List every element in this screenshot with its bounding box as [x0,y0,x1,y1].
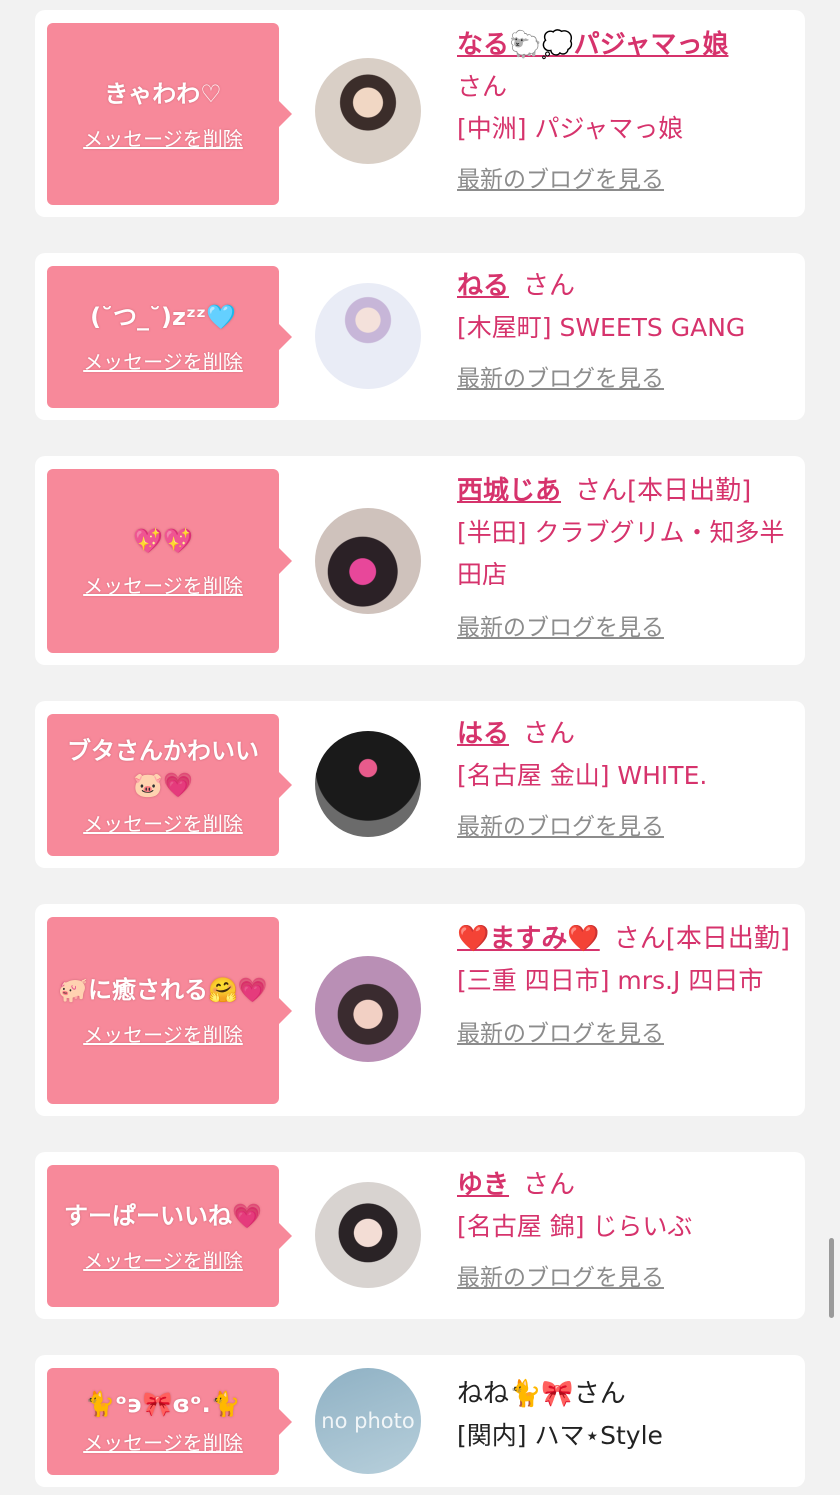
cast-name: ねね🐈🎀 [457,1379,574,1409]
san-label: さん [523,271,576,301]
avatar[interactable] [315,58,421,164]
avatar[interactable] [315,508,421,614]
san-label: さん[本日出勤] [613,924,791,954]
delete-message-link[interactable]: メッセージを削除 [83,1019,243,1048]
shop-label: [関内] ハマ⋆Style [457,1421,663,1450]
cast-name-link[interactable]: ねる [457,271,509,301]
shop-label: [名古屋 金山] WHITE. [457,761,708,790]
delete-message-link[interactable]: メッセージを削除 [83,1427,243,1456]
shop-label: [三重 四日市] mrs.J 四日市 [457,966,764,995]
message-bubble: 🐖に癒される🤗💗 メッセージを削除 [47,917,279,1104]
scrollbar[interactable] [829,1238,834,1318]
message-card: きゃわわ♡ メッセージを削除 なる🐑💭パジャマっ娘 さん [中洲] パジャマっ娘… [35,10,805,217]
message-card: すーぱーいいね💗 メッセージを削除 ゆき さん [名古屋 錦] じらいぶ 最新のブ… [35,1152,805,1319]
message-card: ブタさんかわいい🐷💗 メッセージを削除 はる さん [名古屋 金山] WHITE.… [35,701,805,868]
message-text: ブタさんかわいい🐷💗 [67,736,259,799]
cast-name-link[interactable]: なる🐑💭パジャマっ娘 [457,30,728,60]
message-text: (˘つ_˘)zᶻᶻ🩵 [90,302,236,331]
no-photo-text: no photo [321,1409,415,1433]
cast-name-link[interactable]: ❤️ますみ❤️ [457,924,600,954]
san-label: さん[本日出勤] [575,476,752,506]
blog-link[interactable]: 最新のブログを見る [457,160,664,194]
blog-link[interactable]: 最新のブログを見る [457,1014,664,1048]
delete-message-link[interactable]: メッセージを削除 [83,808,243,837]
blog-link[interactable]: 最新のブログを見る [457,807,664,841]
avatar[interactable] [315,1182,421,1288]
message-card: 💖💖 メッセージを削除 西城じあ さん[本日出勤] [半田] クラブグリム・知多半… [35,456,805,665]
san-label: さん [523,719,576,749]
blog-link[interactable]: 最新のブログを見る [457,608,664,642]
blog-link[interactable]: 最新のブログを見る [457,359,664,393]
message-text: 🐖に癒される🤗💗 [58,976,268,1004]
blog-link[interactable]: 最新のブログを見る [457,1258,664,1292]
cast-name-link[interactable]: はる [457,719,509,749]
avatar: no photo [315,1368,421,1474]
message-card: (˘つ_˘)zᶻᶻ🩵 メッセージを削除 ねる さん [木屋町] SWEETS GA… [35,253,805,420]
message-bubble: 💖💖 メッセージを削除 [47,469,279,653]
avatar[interactable] [315,283,421,389]
message-text: きゃわわ♡ [104,79,222,108]
message-bubble: すーぱーいいね💗 メッセージを削除 [47,1165,279,1307]
message-text: すーぱーいいね💗 [64,1201,262,1230]
san-label: さん [457,72,508,101]
delete-message-link[interactable]: メッセージを削除 [83,570,243,599]
delete-message-link[interactable]: メッセージを削除 [83,1245,243,1274]
san-label: さん [573,1379,626,1409]
delete-message-link[interactable]: メッセージを削除 [83,346,243,375]
shop-label: [名古屋 錦] じらいぶ [457,1212,693,1241]
san-label: さん [523,1170,576,1200]
message-bubble: ブタさんかわいい🐷💗 メッセージを削除 [47,714,279,856]
message-card: 🐈ᵒ϶🎀ɞᵒ.🐈 メッセージを削除 no photo ねね🐈🎀さん [関内] ハ… [35,1355,805,1487]
message-card: 🐖に癒される🤗💗 メッセージを削除 ❤️ますみ❤️ さん[本日出勤] [三重 四日… [35,904,805,1116]
shop-label: [中洲] パジャマっ娘 [457,114,684,143]
message-text: 💖💖 [133,526,193,555]
avatar[interactable] [315,956,421,1062]
shop-label: [半田] クラブグリム・知多半田店 [457,518,785,589]
cast-name-link[interactable]: 西城じあ [457,476,561,506]
message-bubble: (˘つ_˘)zᶻᶻ🩵 メッセージを削除 [47,266,279,408]
message-bubble: きゃわわ♡ メッセージを削除 [47,23,279,205]
message-bubble: 🐈ᵒ϶🎀ɞᵒ.🐈 メッセージを削除 [47,1368,279,1475]
cast-name-link[interactable]: ゆき [457,1170,509,1200]
delete-message-link[interactable]: メッセージを削除 [83,123,243,152]
avatar[interactable] [315,731,421,837]
shop-label: [木屋町] SWEETS GANG [457,313,746,342]
message-text: 🐈ᵒ϶🎀ɞᵒ.🐈 [85,1390,241,1418]
